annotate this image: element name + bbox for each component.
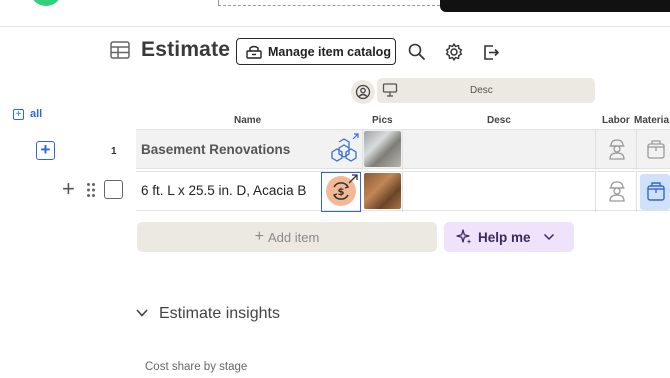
box-icon[interactable]	[645, 179, 667, 203]
add-group-button[interactable]: +	[36, 141, 55, 160]
export-icon[interactable]	[481, 42, 501, 62]
page-title: Estimate	[141, 38, 231, 61]
person-circle-icon	[355, 84, 371, 100]
row-photo-thumbnail[interactable]	[364, 131, 401, 167]
presentation-icon	[382, 83, 398, 97]
cell-divider	[636, 172, 637, 212]
cell-divider	[636, 130, 637, 170]
row-name[interactable]: 6 ft. L x 25.5 in. D, Acacia B	[141, 183, 321, 198]
add-item-button[interactable]: + Add item	[137, 222, 437, 252]
add-item-label: Add item	[268, 229, 320, 245]
cell-divider	[402, 172, 403, 212]
search-icon[interactable]	[407, 42, 427, 62]
top-dashed-frame	[218, 0, 440, 6]
catalog-icon	[246, 45, 262, 59]
app-logo	[30, 0, 62, 6]
column-header-material[interactable]: Materia	[634, 115, 669, 126]
top-divider	[0, 26, 670, 27]
cost-share-heading: Cost share by stage	[145, 361, 248, 373]
cell-divider	[402, 130, 403, 170]
row-number: 1	[111, 146, 117, 157]
select-all-link[interactable]: all	[30, 108, 42, 120]
table-icon	[110, 41, 130, 59]
gear-icon[interactable]	[444, 42, 464, 62]
estimate-insights-toggle[interactable]: Estimate insights	[159, 305, 280, 323]
help-me-label: Help me	[478, 229, 531, 245]
row-photo-thumbnail[interactable]	[364, 173, 401, 209]
help-me-button[interactable]: Help me	[444, 222, 574, 252]
worker-icon[interactable]	[606, 179, 628, 203]
manage-item-catalog-label: Manage item catalog	[268, 44, 391, 59]
sparkle-icon	[456, 229, 472, 244]
manage-item-catalog-button[interactable]: Manage item catalog	[236, 38, 396, 65]
chevron-down-icon[interactable]	[135, 307, 149, 319]
expand-all-icon[interactable]: +	[13, 109, 24, 120]
plus-icon: +	[254, 228, 265, 245]
box-icon[interactable]	[645, 137, 667, 161]
add-row-button[interactable]: +	[62, 178, 75, 200]
column-header-labor[interactable]: Labor	[602, 115, 630, 126]
column-header-name[interactable]: Name	[234, 115, 261, 126]
active-cell-outline	[321, 172, 361, 212]
worker-icon[interactable]	[606, 137, 628, 161]
cell-divider	[595, 130, 596, 170]
column-group-label: Desc	[470, 85, 493, 96]
drag-handle-icon[interactable]	[86, 182, 96, 198]
cell-divider	[595, 172, 596, 212]
row-checkbox[interactable]	[104, 180, 123, 199]
customer-view-toggle[interactable]	[351, 80, 375, 104]
column-header-pics[interactable]: Pics	[372, 115, 393, 126]
chevron-down-icon	[543, 233, 554, 241]
cubes-icon[interactable]	[328, 132, 360, 164]
top-dark-bar	[440, 0, 670, 12]
cell-divider	[362, 130, 363, 170]
row-name[interactable]: Basement Renovations	[141, 142, 290, 157]
column-header-desc[interactable]: Desc	[487, 115, 511, 126]
